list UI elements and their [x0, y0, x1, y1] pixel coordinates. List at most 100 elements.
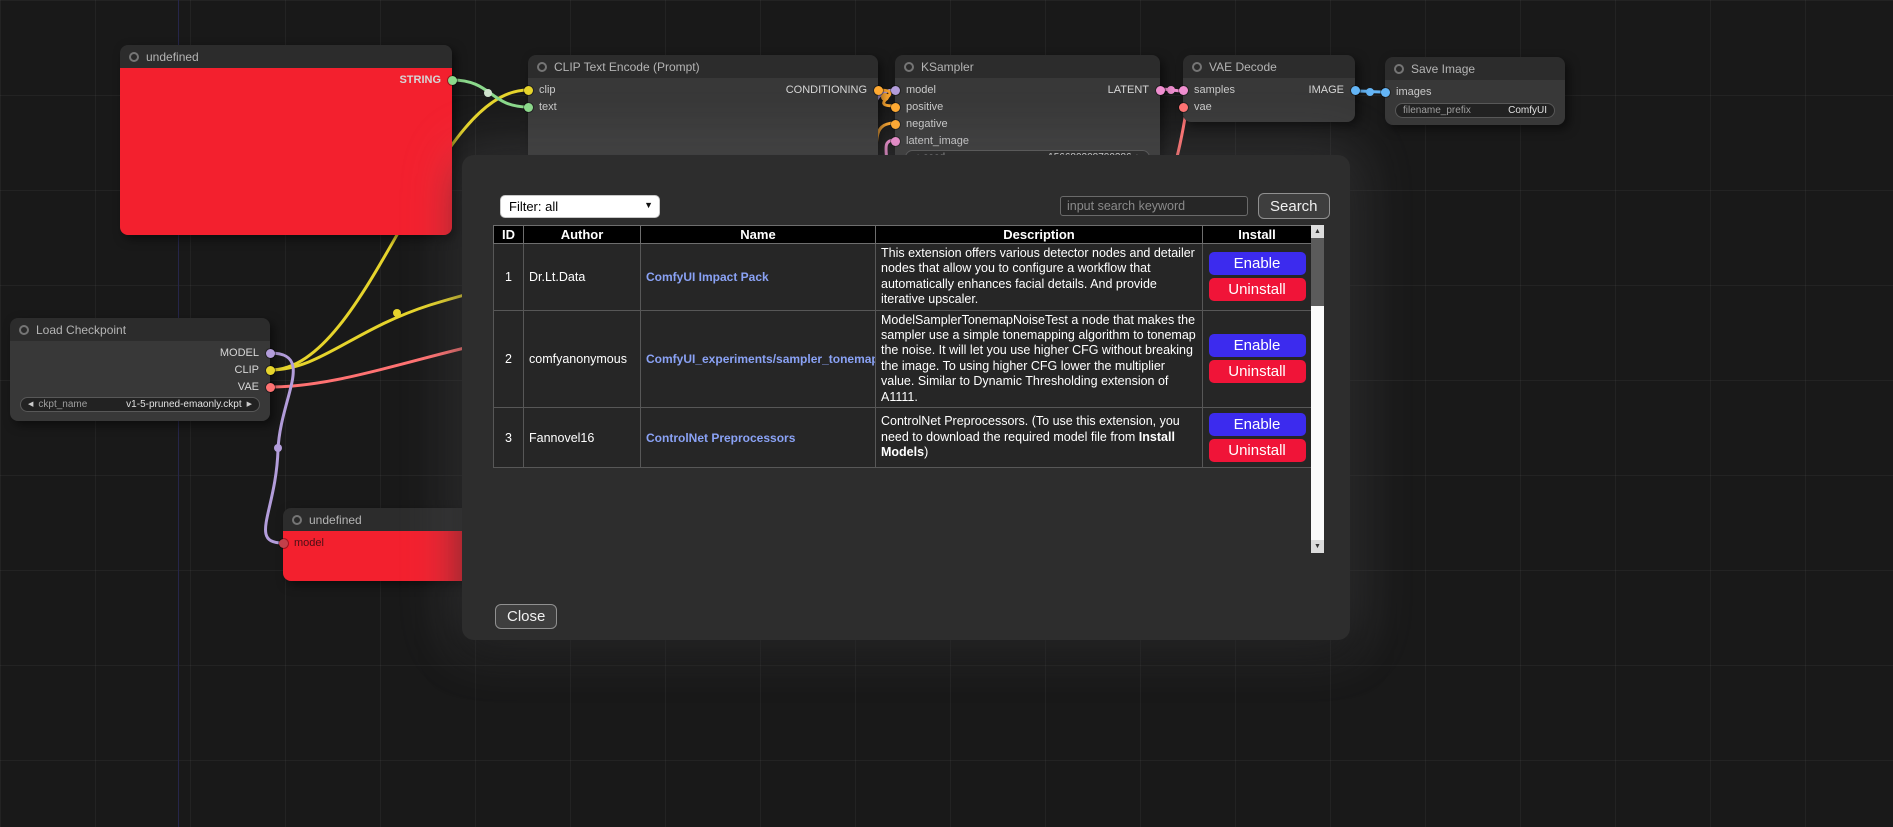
port-label: CLIP — [235, 364, 259, 376]
output-port-clip: CLIP — [10, 362, 270, 378]
node-title: undefined — [146, 50, 199, 64]
output-port-string: STRING — [120, 72, 452, 88]
node-title: Load Checkpoint — [36, 323, 126, 337]
close-button[interactable]: Close — [495, 604, 557, 629]
collapse-circle-icon[interactable] — [1192, 62, 1202, 72]
port-label: model — [294, 537, 324, 549]
ext-description: ControlNet Preprocessors. (To use this e… — [876, 408, 1203, 468]
enable-button[interactable]: Enable — [1209, 334, 1306, 357]
scrollbar[interactable]: ▲ ▼ — [1311, 225, 1324, 553]
port-label: images — [1396, 86, 1431, 98]
enable-button[interactable]: Enable — [1209, 252, 1306, 275]
image-port-icon[interactable] — [1351, 86, 1360, 95]
node-title: Save Image — [1411, 62, 1475, 76]
extension-link[interactable]: ControlNet Preprocessors — [646, 431, 795, 445]
collapse-circle-icon[interactable] — [904, 62, 914, 72]
input-port-latent-image: latent_image — [895, 133, 1160, 149]
ext-name: ControlNet Preprocessors — [641, 408, 876, 468]
uninstall-button[interactable]: Uninstall — [1209, 278, 1306, 301]
input-port-positive: positive — [895, 99, 1160, 115]
ext-id: 2 — [494, 310, 524, 407]
scroll-down-icon[interactable]: ▼ — [1311, 540, 1324, 553]
node-title: undefined — [309, 513, 362, 527]
conditioning-port-icon[interactable] — [891, 120, 900, 129]
collapse-circle-icon[interactable] — [19, 325, 29, 335]
conditioning-port-icon[interactable] — [874, 86, 883, 95]
input-port-images: images — [1385, 84, 1565, 100]
filename-prefix-widget[interactable]: filename_prefix ComfyUI — [1395, 103, 1555, 118]
node-title: VAE Decode — [1209, 60, 1277, 74]
widget-name: ckpt_name — [38, 399, 87, 410]
ext-id: 3 — [494, 408, 524, 468]
latent-port-icon[interactable] — [1156, 86, 1165, 95]
model-port-icon[interactable] — [279, 539, 288, 548]
node-title-bar[interactable]: Save Image — [1385, 57, 1565, 80]
node-body: model — [283, 531, 478, 581]
node-title-bar[interactable]: Load Checkpoint — [10, 318, 270, 341]
node-title-bar[interactable]: undefined — [120, 45, 452, 68]
string-port-icon[interactable] — [524, 103, 533, 112]
vae-port-icon[interactable] — [1179, 103, 1188, 112]
table-row: 1 Dr.Lt.Data ComfyUI Impact Pack This ex… — [494, 244, 1312, 311]
port-label: MODEL — [220, 347, 259, 359]
scroll-up-icon[interactable]: ▲ — [1311, 225, 1324, 238]
port-label: vae — [1194, 101, 1212, 113]
model-port-icon[interactable] — [266, 349, 275, 358]
node-vae-decode[interactable]: VAE Decode samples vae IMAGE — [1183, 55, 1355, 122]
input-port-vae: vae — [1183, 99, 1355, 115]
input-port-text: text — [528, 99, 878, 115]
node-undefined-top[interactable]: undefined STRING — [120, 45, 452, 235]
ext-install-cell: Enable Uninstall — [1203, 244, 1312, 311]
node-body: MODEL CLIP VAE ◀ ckpt_name v1-5-pruned-e… — [10, 341, 270, 421]
widget-next-icon[interactable]: ▶ — [247, 397, 252, 412]
node-title-bar[interactable]: KSampler — [895, 55, 1160, 78]
search-input[interactable] — [1060, 196, 1248, 216]
output-port-model: MODEL — [10, 345, 270, 361]
widget-prev-icon[interactable]: ◀ — [28, 397, 33, 412]
output-port-conditioning: CONDITIONING — [528, 82, 878, 98]
header-author: Author — [524, 226, 641, 244]
node-title-bar[interactable]: undefined — [283, 508, 478, 531]
latent-port-icon[interactable] — [891, 137, 900, 146]
desc-text: ) — [924, 445, 928, 459]
extension-link[interactable]: ComfyUI Impact Pack — [646, 270, 769, 284]
output-port-vae: VAE — [10, 379, 270, 395]
node-title: CLIP Text Encode (Prompt) — [554, 60, 700, 74]
node-load-checkpoint[interactable]: Load Checkpoint MODEL CLIP VAE ◀ ckpt_na… — [10, 318, 270, 421]
manager-dialog: Filter: all ▼ Search ID Author Name Desc… — [462, 155, 1350, 640]
port-label: latent_image — [906, 135, 969, 147]
desc-text: ControlNet Preprocessors. (To use this e… — [881, 414, 1180, 443]
ckpt-name-widget[interactable]: ◀ ckpt_name v1-5-pruned-emaonly.ckpt ▶ — [20, 397, 260, 412]
ext-author: Dr.Lt.Data — [524, 244, 641, 311]
collapse-circle-icon[interactable] — [537, 62, 547, 72]
port-label: IMAGE — [1309, 84, 1344, 96]
string-port-icon[interactable] — [448, 76, 457, 85]
enable-button[interactable]: Enable — [1209, 413, 1306, 436]
ext-description: This extension offers various detector n… — [876, 244, 1203, 311]
image-port-icon[interactable] — [1381, 88, 1390, 97]
extension-link[interactable]: ComfyUI_experiments/sampler_tonemap — [646, 352, 876, 366]
conditioning-port-icon[interactable] — [891, 103, 900, 112]
filter-select[interactable]: Filter: all — [500, 195, 660, 218]
scroll-thumb[interactable] — [1311, 238, 1324, 306]
header-install: Install — [1203, 226, 1312, 244]
collapse-circle-icon[interactable] — [292, 515, 302, 525]
collapse-circle-icon[interactable] — [129, 52, 139, 62]
ext-author: Fannovel16 — [524, 408, 641, 468]
node-title-bar[interactable]: CLIP Text Encode (Prompt) — [528, 55, 878, 78]
node-body: STRING — [120, 68, 452, 235]
node-body: images filename_prefix ComfyUI — [1385, 80, 1565, 125]
clip-port-icon[interactable] — [266, 366, 275, 375]
ext-id: 1 — [494, 244, 524, 311]
uninstall-button[interactable]: Uninstall — [1209, 439, 1306, 462]
node-save-image[interactable]: Save Image images filename_prefix ComfyU… — [1385, 57, 1565, 125]
port-label: positive — [906, 101, 943, 113]
search-button[interactable]: Search — [1258, 193, 1330, 219]
uninstall-button[interactable]: Uninstall — [1209, 360, 1306, 383]
node-undefined-bottom[interactable]: undefined model — [283, 508, 478, 581]
port-label: STRING — [399, 74, 441, 86]
widget-name: filename_prefix — [1403, 105, 1471, 116]
vae-port-icon[interactable] — [266, 383, 275, 392]
collapse-circle-icon[interactable] — [1394, 64, 1404, 74]
node-title-bar[interactable]: VAE Decode — [1183, 55, 1355, 78]
